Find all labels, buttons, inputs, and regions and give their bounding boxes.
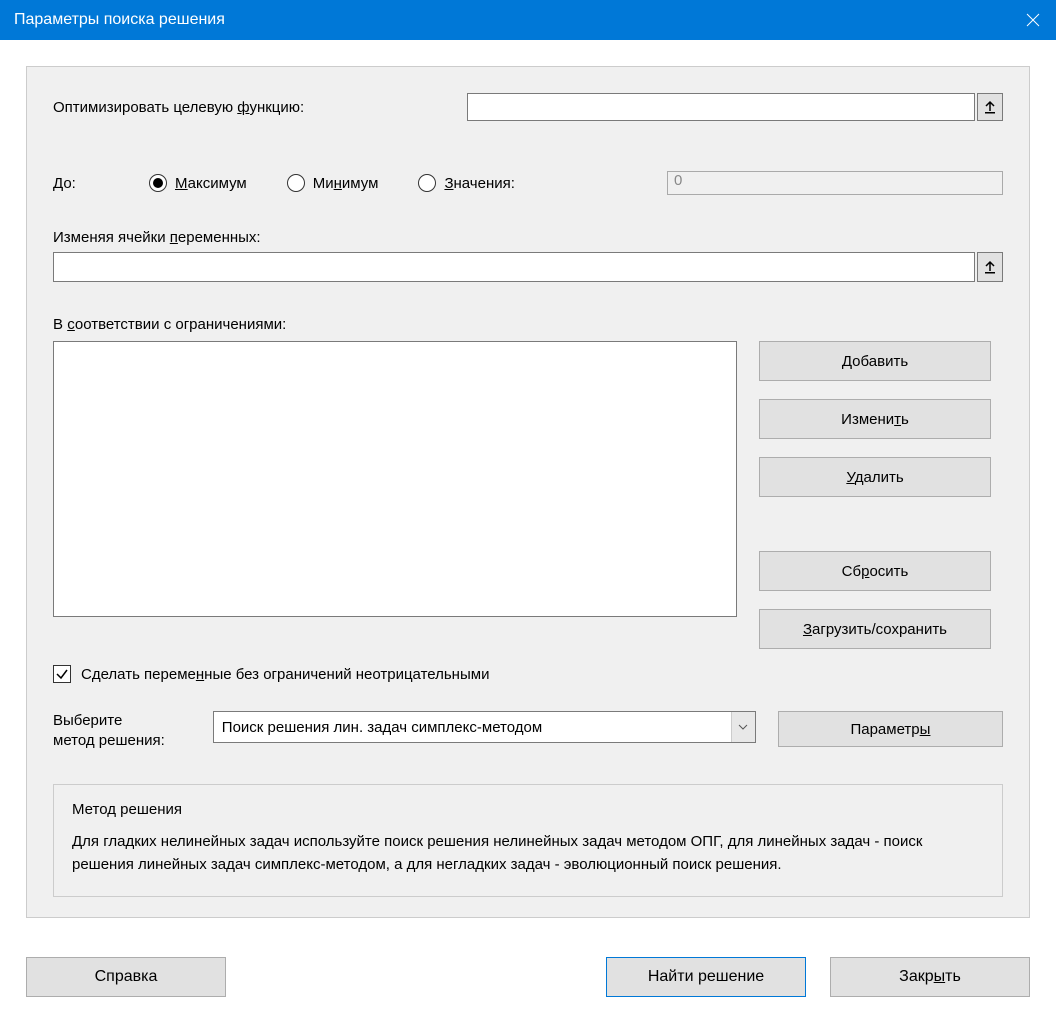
method-label: Выберитеметод решения: <box>53 711 189 752</box>
reset-button[interactable]: Сбросить <box>759 551 991 591</box>
to-row: До: Максимум Минимум Зна <box>53 171 1003 195</box>
radio-max[interactable]: Максимум <box>149 174 247 192</box>
radio-value-label: Значения: <box>444 175 514 192</box>
add-button[interactable]: Добавить <box>759 341 991 381</box>
checkbox-icon <box>53 665 71 683</box>
method-groupbox: Метод решения Для гладких нелинейных зад… <box>53 784 1003 898</box>
radio-min[interactable]: Минимум <box>287 174 379 192</box>
params-button[interactable]: Параметры <box>778 711 1003 747</box>
groupbox-title: Метод решения <box>72 801 984 818</box>
changing-input[interactable] <box>53 252 975 282</box>
help-button[interactable]: Справка <box>26 957 226 997</box>
bottom-button-row: Справка Найти решение Закрыть <box>26 957 1030 997</box>
objective-label: Оптимизировать целевую функцию: <box>53 99 467 116</box>
method-row: Выберитеметод решения: Поиск решения лин… <box>53 711 1003 752</box>
constraints-label: В соответствии с ограничениями: <box>53 316 1003 333</box>
collapse-dialog-icon <box>983 100 997 114</box>
objective-row: Оптимизировать целевую функцию: <box>53 93 1003 121</box>
constraints-listbox[interactable] <box>53 341 737 617</box>
groupbox-description: Для гладких нелинейных задач используйте… <box>72 830 984 877</box>
load-save-button[interactable]: Загрузить/сохранить <box>759 609 991 649</box>
radio-icon <box>149 174 167 192</box>
close-button[interactable]: Закрыть <box>830 957 1030 997</box>
method-select-wrap: Поиск решения лин. задач симплекс-методо… <box>213 711 756 743</box>
method-select[interactable]: Поиск решения лин. задач симплекс-методо… <box>213 711 756 743</box>
nonneg-label: Сделать переменные без ограничений неотр… <box>81 666 489 683</box>
objective-input[interactable] <box>467 93 975 121</box>
nonneg-checkbox-row[interactable]: Сделать переменные без ограничений неотр… <box>53 665 1003 683</box>
radio-value[interactable]: Значения: <box>418 174 514 192</box>
to-radio-group: Максимум Минимум Значения: <box>113 174 515 192</box>
change-button[interactable]: Изменить <box>759 399 991 439</box>
close-icon <box>1026 13 1040 27</box>
radio-icon <box>418 174 436 192</box>
titlebar: Параметры поиска решения <box>0 0 1056 40</box>
changing-section: Изменяя ячейки переменных: <box>53 229 1003 282</box>
dialog-title: Параметры поиска решения <box>14 11 225 29</box>
changing-label: Изменяя ячейки переменных: <box>53 229 1003 246</box>
radio-min-label: Минимум <box>313 175 379 192</box>
solve-button[interactable]: Найти решение <box>606 957 806 997</box>
delete-button[interactable]: Удалить <box>759 457 991 497</box>
collapse-dialog-icon <box>983 260 997 274</box>
radio-icon <box>287 174 305 192</box>
radio-max-label: Максимум <box>175 175 247 192</box>
dialog-body: Оптимизировать целевую функцию: До: Макс… <box>0 40 1056 1023</box>
to-value-input: 0 <box>667 171 1003 195</box>
main-panel: Оптимизировать целевую функцию: До: Макс… <box>26 66 1030 918</box>
method-select-value: Поиск решения лин. задач симплекс-методо… <box>222 719 542 736</box>
changing-ref-button[interactable] <box>977 252 1003 282</box>
objective-ref-button[interactable] <box>977 93 1003 121</box>
window-close-button[interactable] <box>1010 0 1056 40</box>
constraints-button-column: Добавить Изменить Удалить Сбросить Загру… <box>759 341 991 649</box>
to-label: До: <box>53 175 113 192</box>
constraints-section: В соответствии с ограничениями: Добавить… <box>53 316 1003 649</box>
